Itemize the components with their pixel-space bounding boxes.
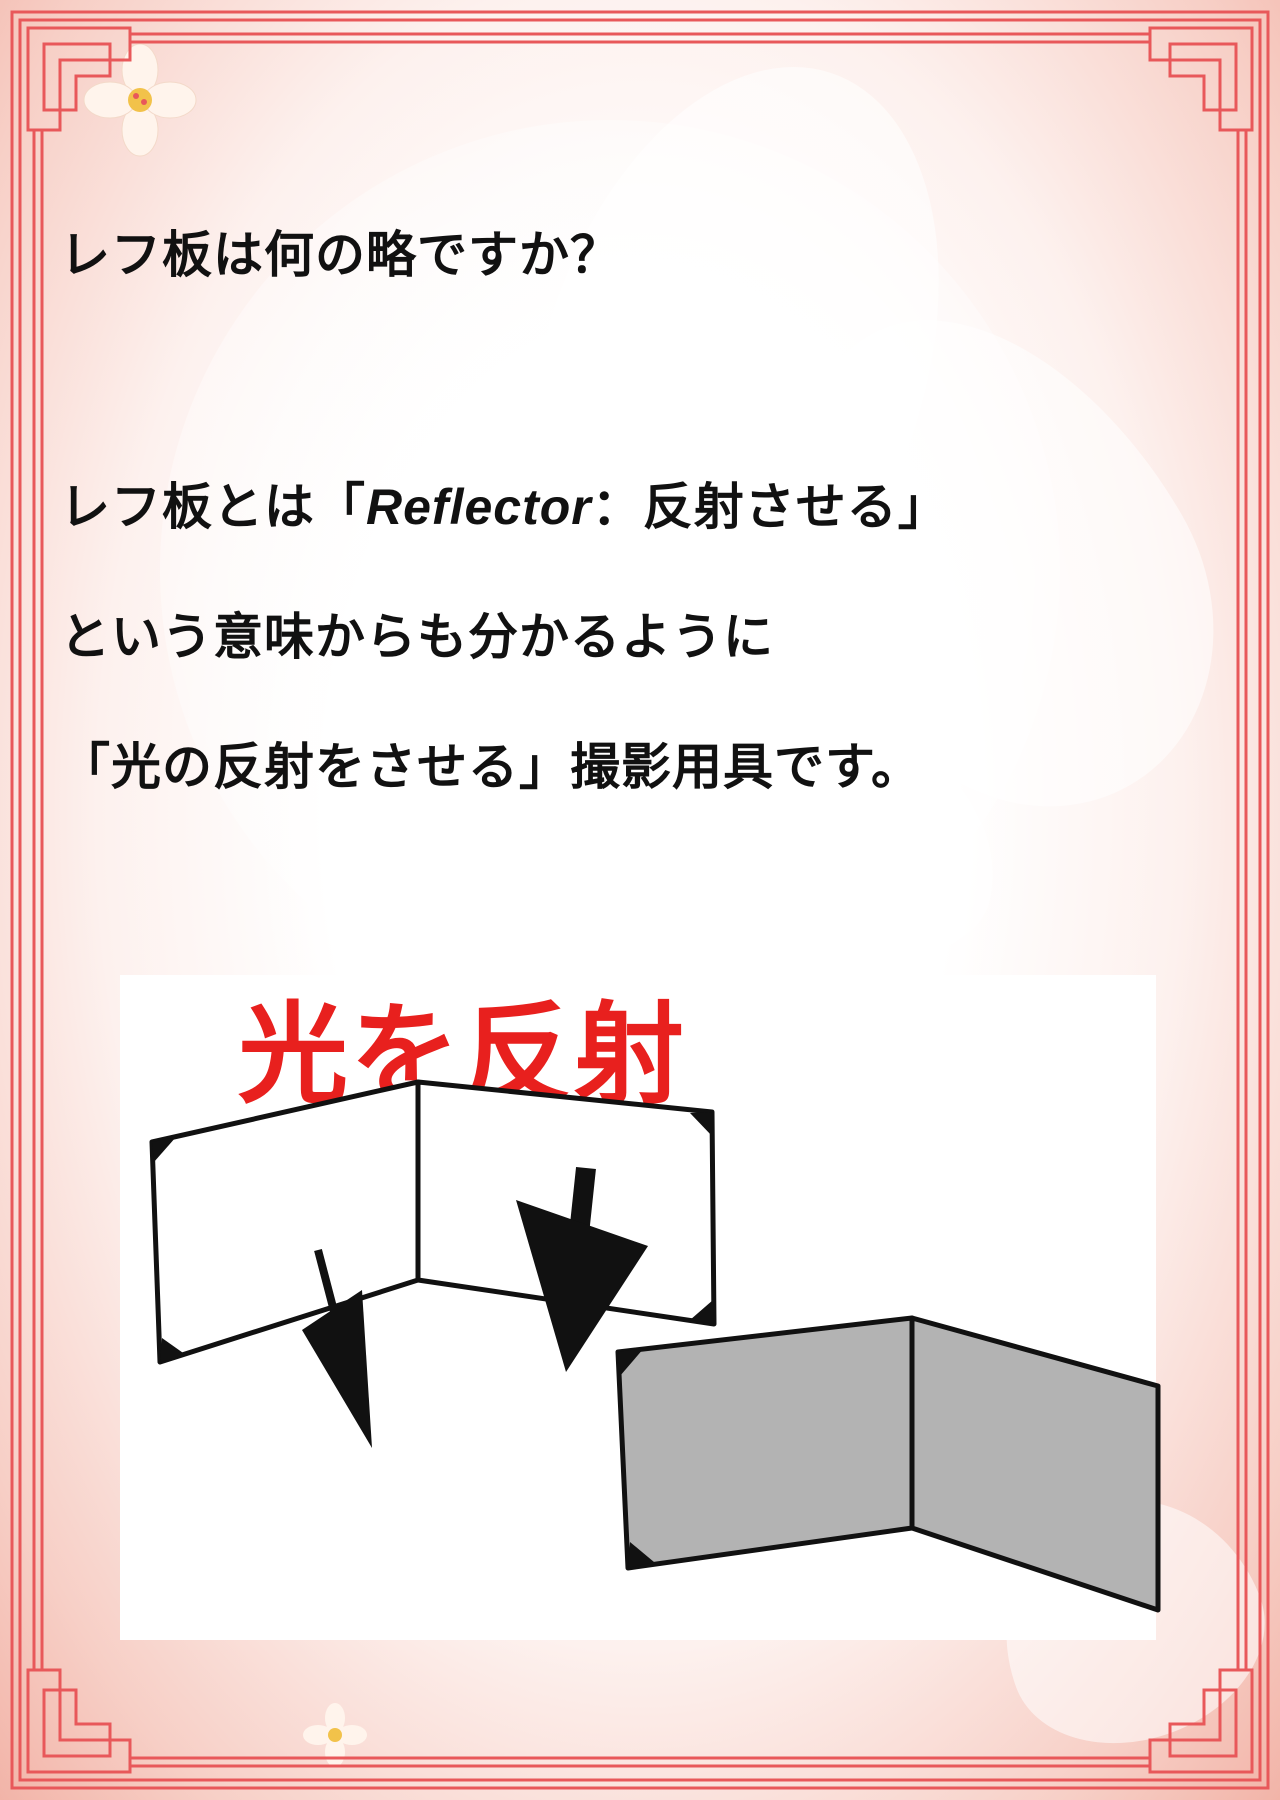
reflector-board-gray-icon bbox=[615, 1315, 1161, 1613]
reflector-board-white-icon bbox=[149, 1079, 717, 1365]
poster-page: レフ板は何の略ですか？ レフ板とは「Reflector：反射させる」 という意味… bbox=[0, 0, 1280, 1800]
reflector-illustration bbox=[149, 1079, 1161, 1613]
